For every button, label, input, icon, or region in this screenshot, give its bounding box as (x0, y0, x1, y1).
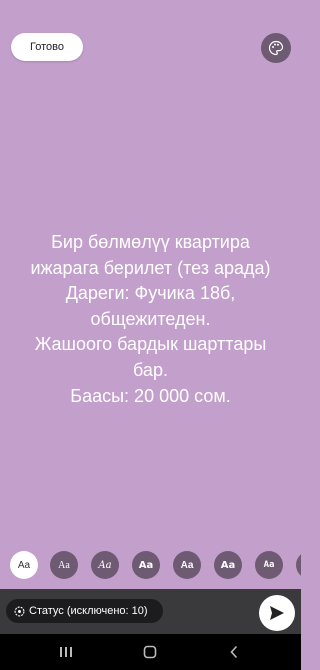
status-line: ижарага берилет (тез арада) (30, 257, 271, 278)
send-button[interactable] (259, 595, 295, 631)
recents-icon (60, 647, 72, 657)
status-line: Баасы: 20 000 сом. (70, 385, 231, 406)
palette-button[interactable] (261, 33, 291, 63)
send-icon (270, 606, 284, 620)
status-line: Бир бөлмөлүү квартира (51, 232, 250, 252)
status-line: Жашоого бардык шарттары (34, 334, 267, 355)
status-line: общежитеден. (90, 308, 211, 329)
font-picker: Aa Aa Aa Aa Aa Aa Aa Aa (0, 549, 301, 581)
font-option-rounded[interactable]: Aa (214, 551, 242, 579)
recents-button[interactable] (56, 643, 76, 661)
system-navigation-bar (0, 634, 301, 670)
status-icon (14, 606, 25, 616)
back-icon (230, 645, 238, 659)
status-line: Дареги: Фучика 18б, (65, 283, 236, 304)
status-text[interactable]: Бир бөлмөлүү квартира ижарага берилет (т… (10, 230, 291, 409)
font-option-italic[interactable]: Aa (91, 551, 119, 579)
status-audience-button[interactable]: Статус (исключено: 10) (6, 599, 163, 623)
status-audience-label: Статус (исключено: 10) (29, 605, 148, 617)
font-option-mono[interactable]: Aa (296, 551, 301, 579)
home-button[interactable] (140, 643, 160, 661)
home-icon (143, 645, 157, 659)
font-option-condensed[interactable]: Aa (255, 551, 283, 579)
done-button[interactable]: Готово (11, 33, 83, 61)
back-button[interactable] (224, 643, 244, 661)
font-option-heavy[interactable]: Aa (173, 551, 201, 579)
status-line: бар. (133, 359, 168, 380)
font-option-sans[interactable]: Aa (10, 551, 38, 579)
font-option-serif[interactable]: Aa (50, 551, 78, 579)
palette-icon (268, 40, 284, 56)
bottom-bar: Статус (исключено: 10) (0, 589, 301, 634)
font-option-bold[interactable]: Aa (132, 551, 160, 579)
